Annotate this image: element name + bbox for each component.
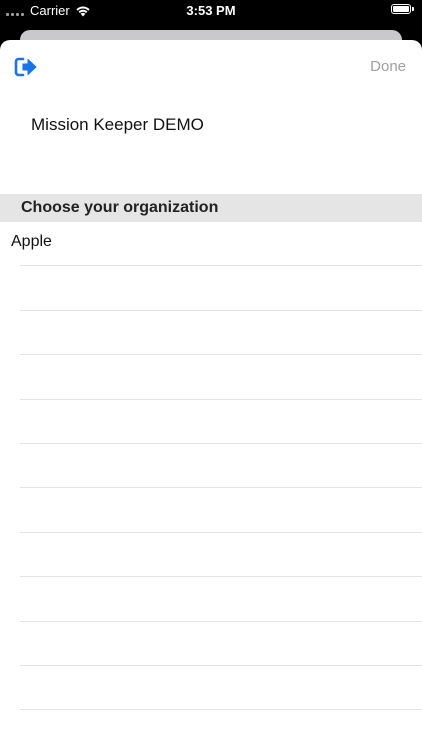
list-item[interactable] bbox=[0, 266, 422, 312]
app-title: Mission Keeper DEMO bbox=[31, 115, 204, 134]
list-item[interactable] bbox=[0, 444, 422, 489]
battery-icon bbox=[391, 4, 414, 14]
modal-sheet: Done Mission Keeper DEMO Choose your org… bbox=[0, 40, 422, 750]
list-item[interactable] bbox=[0, 622, 422, 667]
list-item[interactable] bbox=[0, 533, 422, 578]
list-item[interactable] bbox=[0, 488, 422, 534]
list-item[interactable] bbox=[0, 311, 422, 356]
status-time: 3:53 PM bbox=[186, 3, 236, 18]
status-bar: Carrier 3:53 PM bbox=[0, 0, 422, 22]
battery-fill bbox=[393, 6, 409, 12]
done-button[interactable]: Done bbox=[370, 58, 406, 75]
navigation-bar: Done bbox=[0, 40, 422, 94]
organization-list: Apple bbox=[0, 222, 422, 750]
list-item[interactable] bbox=[0, 577, 422, 622]
list-item[interactable] bbox=[0, 355, 422, 400]
section-header: Choose your organization bbox=[0, 194, 422, 222]
logout-arrow-icon[interactable] bbox=[14, 56, 38, 78]
list-item[interactable] bbox=[0, 400, 422, 445]
list-item[interactable] bbox=[0, 710, 422, 750]
section-header-label: Choose your organization bbox=[21, 199, 219, 216]
list-item[interactable]: Apple bbox=[0, 222, 422, 267]
list-item-label: Apple bbox=[11, 233, 52, 250]
list-item[interactable] bbox=[0, 666, 422, 711]
